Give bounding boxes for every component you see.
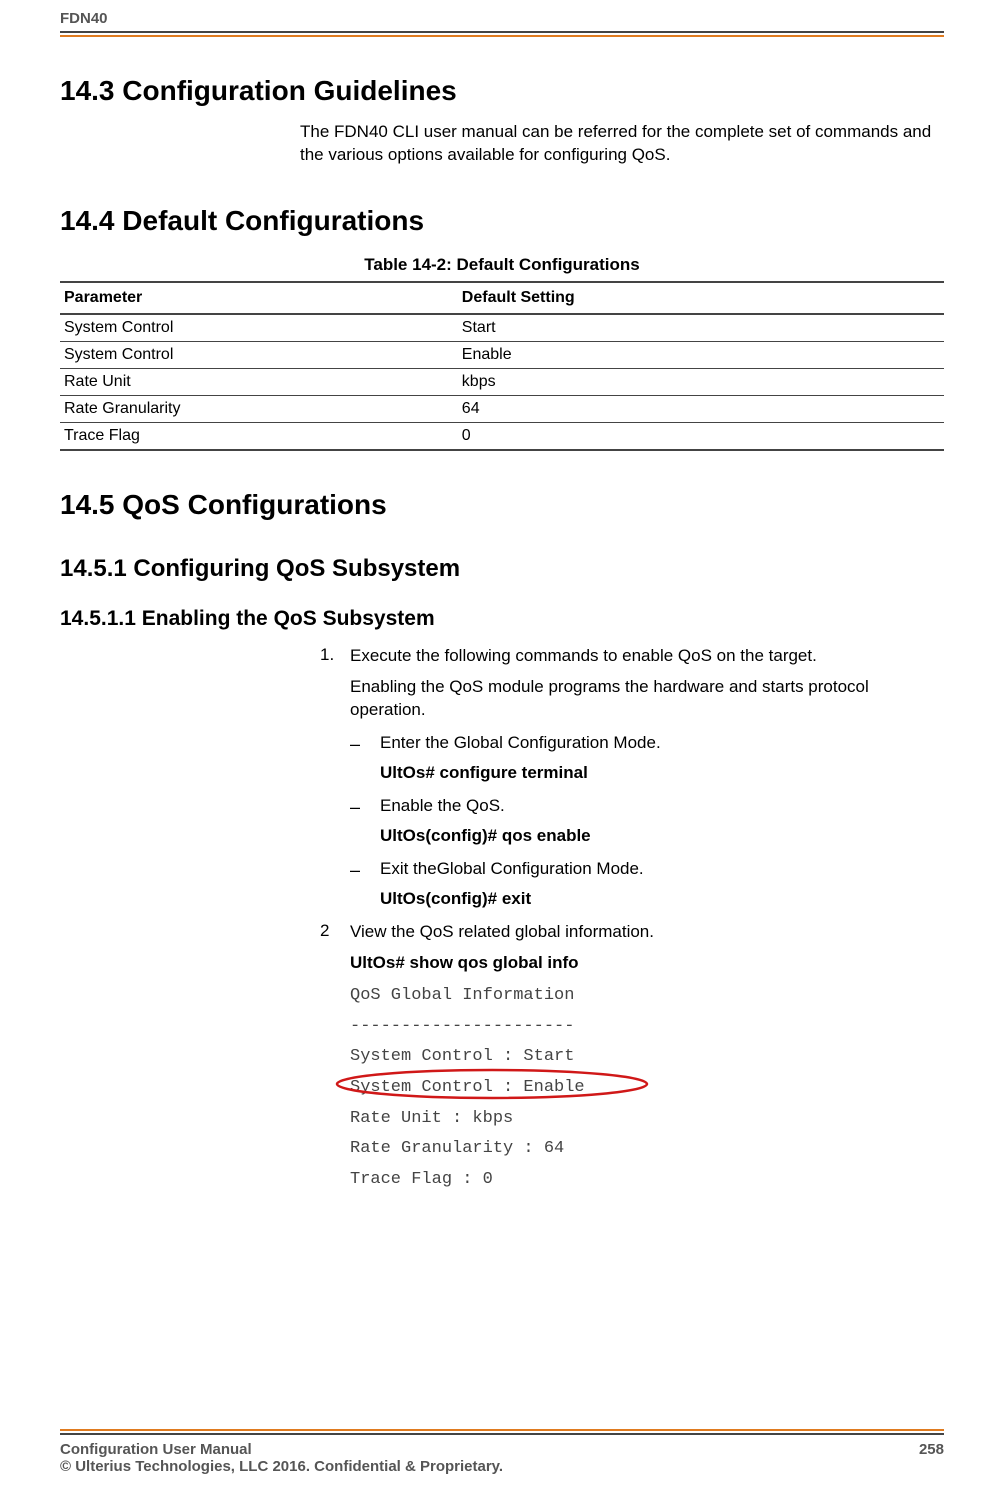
cell-value: kbps: [458, 368, 944, 395]
text-14-3-intro: The FDN40 CLI user manual can be referre…: [300, 121, 944, 167]
table-caption-14-2: Table 14-2: Default Configurations: [60, 255, 944, 275]
page-footer: Configuration User Manual 258 © Ulterius…: [60, 1429, 944, 1475]
highlighted-output-line: System Control : Enable: [350, 1073, 585, 1104]
table-default-configurations: Parameter Default Setting System Control…: [60, 281, 944, 451]
cli-output-line: QoS Global Information: [350, 981, 944, 1012]
column-header-default-setting: Default Setting: [458, 282, 944, 314]
cli-output-block: QoS Global Information -----------------…: [350, 981, 944, 1195]
cell-value: 0: [458, 422, 944, 450]
cell-parameter: Rate Granularity: [60, 395, 458, 422]
cell-parameter: Trace Flag: [60, 422, 458, 450]
cli-output-line: Rate Unit : kbps: [350, 1104, 944, 1135]
header-rule-dark: [60, 31, 944, 33]
cli-command: UltOs# configure terminal: [380, 762, 944, 785]
table-header-row: Parameter Default Setting: [60, 282, 944, 314]
cell-value: Start: [458, 314, 944, 342]
step-text: Execute the following commands to enable…: [350, 645, 944, 912]
step-text: View the QoS related global information.…: [350, 921, 944, 1195]
footer-rule-accent: [60, 1429, 944, 1431]
footer-page-number: 258: [919, 1441, 944, 1458]
substep-bullet: – Enter the Global Configuration Mode.: [350, 732, 944, 756]
table-row: Rate Granularity 64: [60, 395, 944, 422]
footer-copyright: © Ulterius Technologies, LLC 2016. Confi…: [60, 1458, 944, 1475]
cli-output-line: System Control : Start: [350, 1042, 944, 1073]
dash-icon: –: [350, 732, 380, 756]
cli-command: UltOs# show qos global info: [350, 952, 944, 975]
step-1: 1. Execute the following commands to ena…: [320, 645, 944, 912]
column-header-parameter: Parameter: [60, 282, 458, 314]
substep-text: Exit theGlobal Configuration Mode.: [380, 858, 944, 882]
procedure-body: 1. Execute the following commands to ena…: [320, 645, 944, 1196]
substep-bullet: – Exit theGlobal Configuration Mode.: [350, 858, 944, 882]
cli-output-line: Rate Granularity : 64: [350, 1134, 944, 1165]
step-2-line: View the QoS related global information.: [350, 921, 944, 944]
cell-value: Enable: [458, 341, 944, 368]
cell-parameter: System Control: [60, 314, 458, 342]
header-product-label: FDN40: [60, 10, 944, 27]
cell-parameter: Rate Unit: [60, 368, 458, 395]
dash-icon: –: [350, 795, 380, 819]
heading-14-4: 14.4 Default Configurations: [60, 205, 944, 237]
step-2: 2 View the QoS related global informatio…: [320, 921, 944, 1195]
page-container: FDN40 14.3 Configuration Guidelines The …: [0, 0, 1004, 1495]
substep-text: Enable the QoS.: [380, 795, 944, 819]
cell-parameter: System Control: [60, 341, 458, 368]
header-rule-accent: [60, 35, 944, 37]
table-row: Rate Unit kbps: [60, 368, 944, 395]
table-row: System Control Enable: [60, 341, 944, 368]
cli-output-line: System Control : Enable: [350, 1078, 585, 1097]
table-row: System Control Start: [60, 314, 944, 342]
table-row: Trace Flag 0: [60, 422, 944, 450]
step-1-line: Execute the following commands to enable…: [350, 645, 944, 668]
step-1-desc: Enabling the QoS module programs the har…: [350, 676, 944, 722]
heading-14-5-1: 14.5.1 Configuring QoS Subsystem: [60, 555, 944, 583]
heading-14-5-1-1: 14.5.1.1 Enabling the QoS Subsystem: [60, 607, 944, 631]
substep-text: Enter the Global Configuration Mode.: [380, 732, 944, 756]
cell-value: 64: [458, 395, 944, 422]
cli-output-line: Trace Flag : 0: [350, 1165, 944, 1196]
step-number: 2: [320, 921, 350, 1195]
substep-bullet: – Enable the QoS.: [350, 795, 944, 819]
dash-icon: –: [350, 858, 380, 882]
footer-rule-dark: [60, 1433, 944, 1435]
cli-command: UltOs(config)# qos enable: [380, 825, 944, 848]
step-number: 1.: [320, 645, 350, 912]
cli-output-line: ----------------------: [350, 1012, 944, 1043]
heading-14-3: 14.3 Configuration Guidelines: [60, 75, 944, 107]
cli-command: UltOs(config)# exit: [380, 888, 944, 911]
footer-manual-title: Configuration User Manual: [60, 1441, 252, 1458]
heading-14-5: 14.5 QoS Configurations: [60, 489, 944, 521]
